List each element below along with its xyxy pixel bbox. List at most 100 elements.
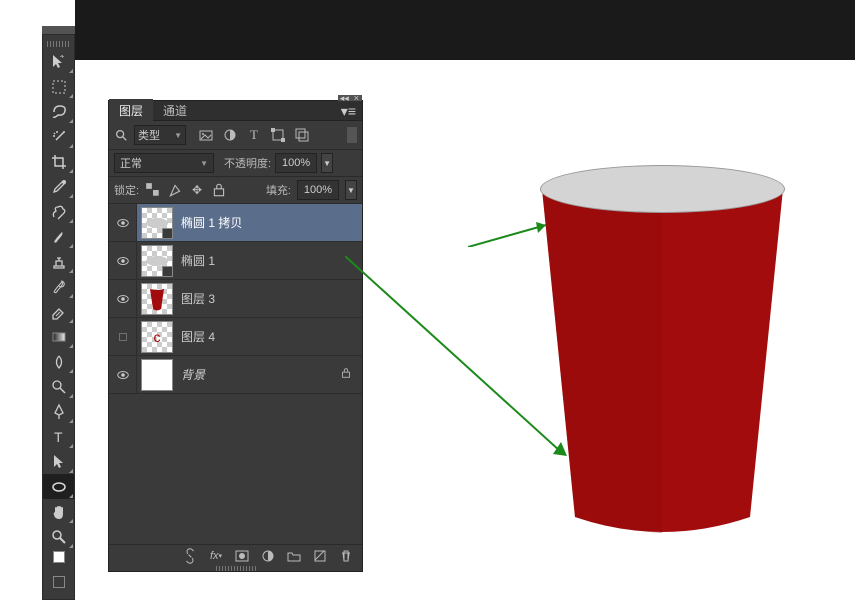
cup-body-shape [540, 187, 785, 533]
layer-row[interactable]: c图层 4 [109, 318, 362, 356]
layer-row[interactable]: 背景 [109, 356, 362, 394]
toolbar-grip[interactable] [47, 41, 70, 47]
opacity-dropdown[interactable]: ▼ [321, 153, 333, 173]
gradient-tool[interactable] [43, 324, 74, 349]
zoom-tool[interactable] [43, 524, 74, 549]
spot-heal-tool[interactable] [43, 199, 74, 224]
panel-footer: fx▾ [109, 544, 362, 566]
chevron-down-icon: ▼ [174, 131, 182, 140]
dodge-tool[interactable] [43, 374, 74, 399]
lock-row: 锁定: ✥ 填充: 100% ▼ [109, 177, 362, 204]
tab-channels[interactable]: 通道 [153, 99, 197, 122]
panel-resize-grip[interactable] [216, 566, 256, 571]
marquee-tool[interactable] [43, 74, 74, 99]
toolbar-header[interactable]: ▸▸ × [42, 26, 75, 34]
layer-name: 图层 3 [181, 290, 215, 307]
eraser-tool[interactable] [43, 299, 74, 324]
move-tool[interactable] [43, 49, 74, 74]
crop-tool[interactable] [43, 149, 74, 174]
magic-wand-tool[interactable] [43, 124, 74, 149]
filter-shape-icon[interactable] [270, 127, 286, 143]
lock-all-icon[interactable] [211, 182, 227, 198]
layer-body[interactable]: 椭圆 1 [137, 242, 362, 279]
layer-filter-bar: 类型 ▼ T [109, 121, 362, 150]
lock-position-icon[interactable]: ✥ [189, 182, 205, 198]
filter-type-label: 类型 [138, 127, 160, 143]
filter-type-icon[interactable]: T [246, 127, 262, 143]
path-select-tool[interactable] [43, 449, 74, 474]
opacity-value[interactable]: 100% [275, 153, 317, 173]
editor-dark-region [75, 0, 855, 60]
filter-type-select[interactable]: 类型 ▼ [134, 125, 186, 145]
annotation-arrow-1 [468, 221, 558, 247]
layer-name: 椭圆 1 [181, 252, 215, 269]
svg-text:T: T [54, 429, 63, 445]
panel-header-controls: ◂◂ × [338, 95, 362, 101]
panel-collapse-icon[interactable]: ◂◂ [338, 93, 351, 104]
type-tool[interactable]: T [43, 424, 74, 449]
fill-dropdown[interactable]: ▼ [345, 180, 357, 200]
layer-body[interactable]: 背景 [137, 356, 362, 393]
opacity-label: 不透明度: [224, 155, 271, 171]
layer-fx-icon[interactable]: fx▾ [208, 548, 224, 564]
brush-tool[interactable] [43, 224, 74, 249]
toolbar-footer [43, 549, 74, 595]
layer-name: 椭圆 1 拷贝 [181, 214, 242, 231]
blur-tool[interactable] [43, 349, 74, 374]
layer-body[interactable]: 椭圆 1 拷贝 [137, 204, 362, 241]
cup-top-ellipse [540, 165, 785, 213]
filter-icons: T [198, 127, 310, 143]
visibility-toggle[interactable] [109, 356, 137, 393]
shape-tool[interactable] [43, 474, 74, 499]
panel-tabs: 图层 通道 ▾≡ [109, 101, 362, 121]
quickmask-toggle[interactable] [53, 576, 65, 588]
link-layers-icon[interactable] [182, 548, 198, 564]
tools-toolbar: T [42, 34, 75, 600]
history-brush-tool[interactable] [43, 274, 74, 299]
delete-layer-icon[interactable] [338, 548, 354, 564]
fill-value[interactable]: 100% [297, 180, 339, 200]
panel-close-icon[interactable]: × [351, 93, 362, 103]
layer-name: 背景 [181, 366, 205, 383]
filter-smart-icon[interactable] [294, 127, 310, 143]
layer-mask-icon[interactable] [234, 548, 250, 564]
layer-name: 图层 4 [181, 328, 215, 345]
chevron-down-icon: ▼ [200, 159, 208, 168]
fill-label: 填充: [266, 182, 291, 198]
search-icon [114, 128, 128, 142]
lock-transparency-icon[interactable] [145, 182, 161, 198]
blend-row: 正常 ▼ 不透明度: 100% ▼ [109, 150, 362, 177]
filter-adjust-icon[interactable] [222, 127, 238, 143]
pen-tool[interactable] [43, 399, 74, 424]
filter-pixel-icon[interactable] [198, 127, 214, 143]
clone-stamp-tool[interactable] [43, 249, 74, 274]
layers-empty-area[interactable] [109, 394, 362, 544]
annotation-arrow-2 [345, 256, 570, 456]
panel-menu-icon[interactable]: ▾≡ [335, 104, 362, 118]
layer-row[interactable]: 椭圆 1 [109, 242, 362, 280]
layer-body[interactable]: 图层 3 [137, 280, 362, 317]
visibility-toggle[interactable] [109, 204, 137, 241]
visibility-toggle[interactable] [109, 280, 137, 317]
new-layer-icon[interactable] [312, 548, 328, 564]
foreground-swatch[interactable] [53, 551, 65, 563]
adjustment-layer-icon[interactable] [260, 548, 276, 564]
layer-row[interactable]: 椭圆 1 拷贝 [109, 204, 362, 242]
blend-mode-label: 正常 [120, 155, 142, 171]
blend-mode-select[interactable]: 正常 ▼ [114, 153, 214, 173]
lock-pixels-icon[interactable] [167, 182, 183, 198]
filter-toggle[interactable] [347, 127, 357, 143]
visibility-toggle[interactable] [109, 242, 137, 279]
group-icon[interactable] [286, 548, 302, 564]
cup-artwork [540, 165, 785, 535]
visibility-toggle[interactable] [109, 318, 137, 355]
layers-panel: ◂◂ × 图层 通道 ▾≡ 类型 ▼ T 正常 ▼ 不透明度: 100% ▼ [108, 100, 363, 572]
lasso-tool[interactable] [43, 99, 74, 124]
tab-layers[interactable]: 图层 [109, 99, 153, 122]
lock-label: 锁定: [114, 182, 139, 198]
eyedropper-tool[interactable] [43, 174, 74, 199]
layers-list: 椭圆 1 拷贝椭圆 1 图层 3 c图层 4 背景 [109, 204, 362, 394]
layer-body[interactable]: c图层 4 [137, 318, 362, 355]
hand-tool[interactable] [43, 499, 74, 524]
layer-row[interactable]: 图层 3 [109, 280, 362, 318]
